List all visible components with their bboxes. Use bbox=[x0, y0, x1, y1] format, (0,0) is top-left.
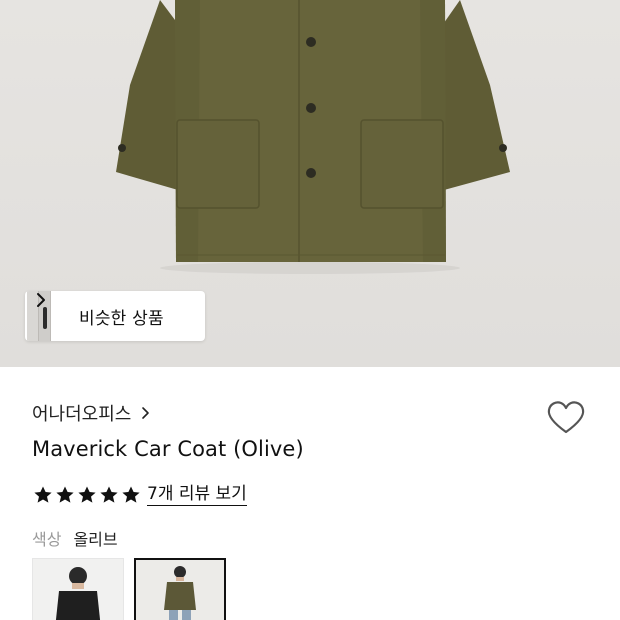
star-filled-icon bbox=[56, 486, 74, 503]
selected-color-value: 올리브 bbox=[73, 530, 118, 549]
brand-link[interactable]: 어나더오피스 bbox=[32, 400, 150, 426]
product-hero-image[interactable]: 비슷한 상품 bbox=[0, 0, 620, 367]
color-option-row: 색상 올리브 bbox=[32, 526, 118, 550]
rating-stars bbox=[33, 485, 143, 505]
brand-name: 어나더오피스 bbox=[32, 404, 132, 425]
rating-row: 7개 리뷰 보기 bbox=[33, 482, 247, 508]
star-filled-icon bbox=[100, 486, 118, 503]
chevron-right-icon bbox=[142, 407, 150, 419]
color-swatch-black[interactable] bbox=[32, 558, 124, 620]
black-coat-thumbnail bbox=[33, 559, 123, 620]
color-label: 색상 bbox=[32, 530, 62, 549]
color-swatch-list bbox=[32, 558, 236, 620]
similar-products-label: 비슷한 상품 bbox=[79, 308, 164, 329]
view-reviews-link[interactable]: 7개 리뷰 보기 bbox=[147, 484, 247, 506]
color-swatch-olive[interactable] bbox=[134, 558, 226, 620]
star-filled-icon bbox=[34, 486, 52, 503]
wishlist-heart-icon[interactable] bbox=[546, 400, 586, 436]
similar-products-button[interactable]: 비슷한 상품 bbox=[25, 291, 205, 341]
product-title: Maverick Car Coat (Olive) bbox=[32, 437, 304, 461]
olive-coat-thumbnail bbox=[136, 560, 224, 620]
chevron-right-icon bbox=[37, 293, 45, 307]
star-filled-icon bbox=[122, 486, 140, 503]
star-filled-icon bbox=[78, 486, 96, 503]
